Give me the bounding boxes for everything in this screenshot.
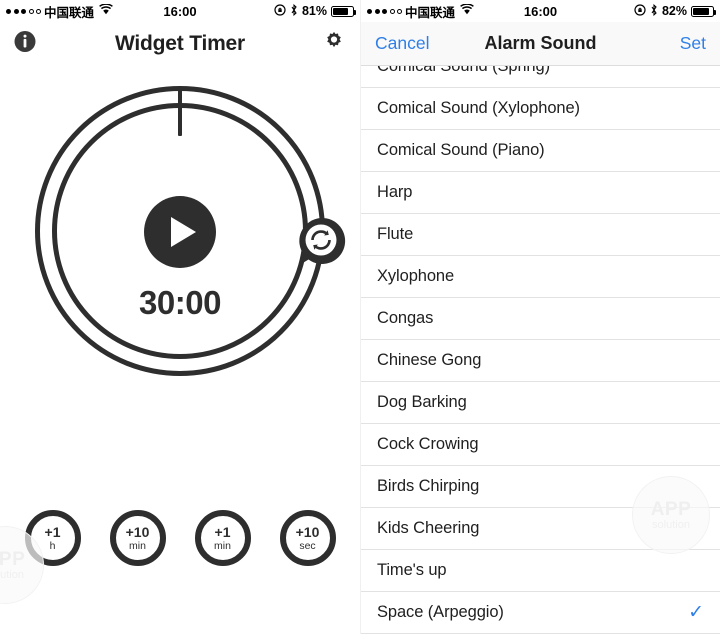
bluetooth-icon bbox=[290, 3, 298, 19]
list-item[interactable]: Time's up bbox=[361, 550, 720, 592]
rotation-lock-icon bbox=[634, 3, 646, 19]
sound-name: Harp bbox=[377, 183, 413, 201]
page-title: Widget Timer bbox=[114, 32, 246, 55]
battery-icon bbox=[331, 5, 356, 17]
set-button[interactable]: Set bbox=[680, 33, 706, 54]
battery-percent-label: 82% bbox=[661, 4, 687, 18]
add-amount: +10 bbox=[295, 523, 320, 540]
sound-name: Comical Sound (Xylophone) bbox=[377, 99, 580, 117]
sound-name: Congas bbox=[377, 309, 434, 327]
list-item[interactable]: Comical Sound (Piano) bbox=[361, 130, 720, 172]
add-time-button[interactable]: +10 min bbox=[109, 510, 166, 566]
repeat-icon[interactable] bbox=[294, 214, 348, 268]
add-unit: min bbox=[214, 539, 231, 552]
wifi-icon bbox=[99, 3, 113, 18]
add-amount: +1 bbox=[44, 523, 61, 540]
sound-name: Time's up bbox=[377, 561, 447, 579]
list-item-selected[interactable]: Space (Arpeggio) ✓ bbox=[361, 592, 720, 634]
list-item[interactable]: Harp bbox=[361, 172, 720, 214]
sound-name: Comical Sound (Spring) bbox=[377, 66, 550, 75]
sound-name: Kids Cheering bbox=[377, 519, 480, 537]
sound-name: Flute bbox=[377, 225, 414, 243]
list-item[interactable]: Flute bbox=[361, 214, 720, 256]
gear-icon[interactable] bbox=[322, 30, 346, 59]
right-status-bar: 中国联通 16:00 82% bbox=[361, 0, 720, 22]
add-time-button[interactable]: +1 h bbox=[24, 510, 81, 566]
carrier-name: 中国联通 bbox=[44, 5, 95, 20]
battery-icon bbox=[691, 5, 716, 17]
add-amount: +1 bbox=[214, 523, 231, 540]
add-time-button[interactable]: +1 min bbox=[194, 510, 251, 566]
cancel-button[interactable]: Cancel bbox=[375, 33, 429, 54]
left-phone-screen: 中国联通 16:00 81% Widget Timer 30:00 +1 h +… bbox=[0, 0, 360, 634]
alarm-sound-list-scroll: Comical Sound (Spring) Comical Sound (Xy… bbox=[361, 66, 720, 634]
left-status-carrier-group: 中国联通 bbox=[6, 2, 113, 21]
battery-percent-label: 81% bbox=[301, 4, 327, 18]
info-icon[interactable] bbox=[14, 31, 36, 58]
sound-name: Comical Sound (Piano) bbox=[377, 141, 545, 159]
wifi-icon bbox=[460, 3, 474, 18]
list-item[interactable]: Dog Barking bbox=[361, 382, 720, 424]
timer-display: 30:00 bbox=[139, 284, 221, 321]
add-unit: sec bbox=[299, 539, 316, 552]
sound-name: Birds Chirping bbox=[377, 477, 480, 495]
sound-name: Dog Barking bbox=[377, 393, 467, 411]
alarm-sound-list[interactable]: Comical Sound (Spring) Comical Sound (Xy… bbox=[361, 66, 720, 634]
right-status-carrier-group: 中国联通 bbox=[367, 2, 474, 21]
add-unit: h bbox=[49, 539, 56, 552]
add-unit: min bbox=[129, 539, 146, 552]
left-status-bar: 中国联通 16:00 81% bbox=[0, 0, 360, 22]
list-item[interactable]: Kids Cheering bbox=[361, 508, 720, 550]
sound-name: Xylophone bbox=[377, 267, 455, 285]
right-nav-bar: Cancel Alarm Sound Set bbox=[361, 22, 720, 66]
list-item[interactable]: Comical Sound (Xylophone) bbox=[361, 88, 720, 130]
add-time-button-row: +1 h +10 min +1 min +10 sec bbox=[0, 510, 360, 566]
right-phone-screen: 中国联通 16:00 82% Cancel Alarm Sound Set Co… bbox=[360, 0, 720, 634]
signal-strength-icon bbox=[6, 8, 41, 14]
list-item[interactable]: Xylophone bbox=[361, 256, 720, 298]
signal-strength-icon bbox=[367, 8, 402, 14]
list-item[interactable]: Comical Sound (Spring) bbox=[361, 66, 720, 88]
dual-screenshot-container: 中国联通 16:00 81% Widget Timer 30:00 +1 h +… bbox=[0, 0, 720, 634]
list-item[interactable]: Cock Crowing bbox=[361, 424, 720, 466]
timer-top-tick-marker bbox=[178, 86, 182, 136]
list-item[interactable]: Chinese Gong bbox=[361, 340, 720, 382]
carrier-name: 中国联通 bbox=[405, 5, 456, 20]
add-time-button[interactable]: +10 sec bbox=[279, 510, 336, 566]
add-amount: +10 bbox=[125, 523, 150, 540]
sound-name: Space (Arpeggio) bbox=[377, 603, 504, 621]
list-item[interactable]: Congas bbox=[361, 298, 720, 340]
rotation-lock-icon bbox=[274, 3, 286, 19]
sound-name: Chinese Gong bbox=[377, 351, 482, 369]
sound-name: Cock Crowing bbox=[377, 435, 479, 453]
play-button[interactable] bbox=[144, 196, 216, 268]
watermark-line-2: solution bbox=[0, 568, 24, 581]
checkmark-icon: ✓ bbox=[688, 602, 704, 623]
right-status-right-group: 82% bbox=[634, 3, 716, 19]
timer-dial-area: 30:00 bbox=[0, 66, 360, 486]
bluetooth-icon bbox=[650, 3, 658, 19]
left-status-right-group: 81% bbox=[274, 3, 356, 19]
play-icon bbox=[170, 217, 196, 247]
list-item[interactable]: Birds Chirping bbox=[361, 466, 720, 508]
left-nav-bar: Widget Timer bbox=[0, 22, 360, 66]
